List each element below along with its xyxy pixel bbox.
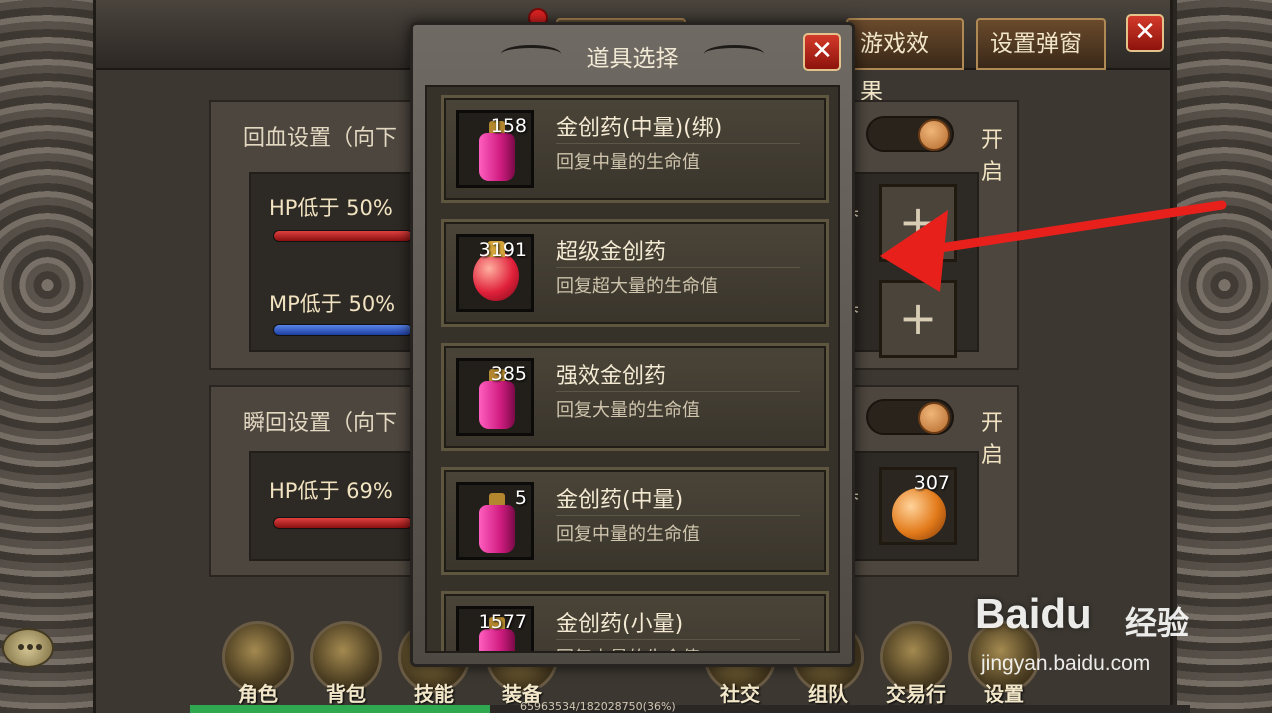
item-desc: 回复超大量的生命值 (556, 276, 718, 297)
hp-recovery-toggle-label: 开启 (981, 128, 1004, 185)
add-mp-item-button[interactable]: + (879, 280, 957, 358)
item-desc: 回复大量的生命值 (556, 400, 700, 421)
item-count: 1577 (478, 611, 527, 633)
hp-recovery-title: 回血设置（向下 (243, 126, 398, 151)
item-select-popup: 道具选择 ✕ 158 金创药(中量)(绑) 回复中量的生命值 3191 超级金创… (410, 22, 855, 667)
mp-threshold-slider[interactable] (273, 324, 413, 336)
item-count: 158 (490, 115, 527, 137)
instant-item-count: 307 (913, 472, 950, 494)
item-name: 金创药(中量) (556, 488, 684, 513)
item-icon-box: 385 (456, 358, 534, 436)
instant-recovery-toggle[interactable] (866, 399, 954, 435)
hp-recovery-toggle[interactable] (866, 116, 954, 152)
instant-recovery-toggle-label: 开启 (981, 411, 1004, 468)
list-item[interactable]: 385 强效金创药 回复大量的生命值 (441, 343, 829, 451)
item-name: 超级金创药 (556, 240, 667, 265)
item-name: 金创药(中量)(绑) (556, 116, 723, 141)
toggle-knob (918, 402, 950, 434)
item-count: 3191 (478, 239, 527, 261)
watermark-url: jingyan.baidu.com (981, 652, 1151, 675)
menu-trade-button[interactable]: 交易行 (874, 617, 958, 707)
item-count: 5 (514, 487, 527, 509)
add-hp-item-button[interactable]: + (879, 184, 957, 262)
list-item[interactable]: 1577 金创药(小量) 回复少量的生命值 (441, 591, 829, 651)
close-popup-button[interactable]: ✕ (803, 33, 841, 71)
tab-settings-popup[interactable]: 设置弹窗 (976, 18, 1106, 70)
toggle-knob (918, 119, 950, 151)
exp-text: 65963534/182028750(36%) (520, 700, 676, 713)
tab-game-effect[interactable]: 游戏效果 (846, 18, 964, 105)
divider (556, 515, 800, 516)
instant-recovery-title: 瞬回设置（向下 (243, 411, 398, 436)
mp-threshold-label: MP低于 50% (269, 292, 396, 316)
left-pillar-ornament (0, 0, 95, 713)
watermark-cn: 经验 (1125, 604, 1190, 642)
item-desc: 回复少量的生命值 (556, 644, 700, 651)
item-name: 金创药(小量) (556, 612, 684, 637)
menu-bag-button[interactable]: 背包 (304, 617, 388, 707)
item-desc: 回复中量的生命值 (556, 524, 700, 545)
item-icon-box: 5 (456, 482, 534, 560)
list-item[interactable]: 158 金创药(中量)(绑) 回复中量的生命值 (441, 95, 829, 203)
title-ornament-icon (704, 45, 764, 63)
close-settings-button[interactable]: ✕ (1126, 14, 1164, 52)
orange-potion-icon (892, 488, 946, 540)
instant-hp-threshold-slider[interactable] (273, 517, 413, 529)
divider (556, 391, 800, 392)
item-name: 强效金创药 (556, 364, 667, 389)
exp-bar (190, 705, 1190, 713)
item-icon-box: 158 (456, 110, 534, 188)
item-count: 385 (490, 363, 527, 385)
divider (556, 639, 800, 640)
menu-character-button[interactable]: 角色 (216, 617, 300, 707)
hp-threshold-label: HP低于 50% (269, 196, 393, 220)
instant-item-slot[interactable]: 307 (879, 467, 957, 545)
list-item[interactable]: 3191 超级金创药 回复超大量的生命值 (441, 219, 829, 327)
chat-bubble-icon[interactable] (2, 628, 54, 668)
watermark-brand: Baidu (975, 590, 1092, 637)
hp-threshold-slider[interactable] (273, 230, 413, 242)
instant-hp-threshold-label: HP低于 69% (269, 479, 393, 503)
item-icon-box: 1577 (456, 606, 534, 651)
divider (556, 267, 800, 268)
divider (556, 143, 800, 144)
item-icon-box: 3191 (456, 234, 534, 312)
popup-title: 道具选择 (586, 46, 679, 72)
item-list[interactable]: 158 金创药(中量)(绑) 回复中量的生命值 3191 超级金创药 回复超大量… (425, 85, 840, 653)
list-item[interactable]: 5 金创药(中量) 回复中量的生命值 (441, 467, 829, 575)
baidu-watermark: Baidu 经验 jingyan.baidu.com (975, 590, 1225, 700)
pink-bottle-icon (477, 493, 517, 555)
item-desc: 回复中量的生命值 (556, 152, 700, 173)
